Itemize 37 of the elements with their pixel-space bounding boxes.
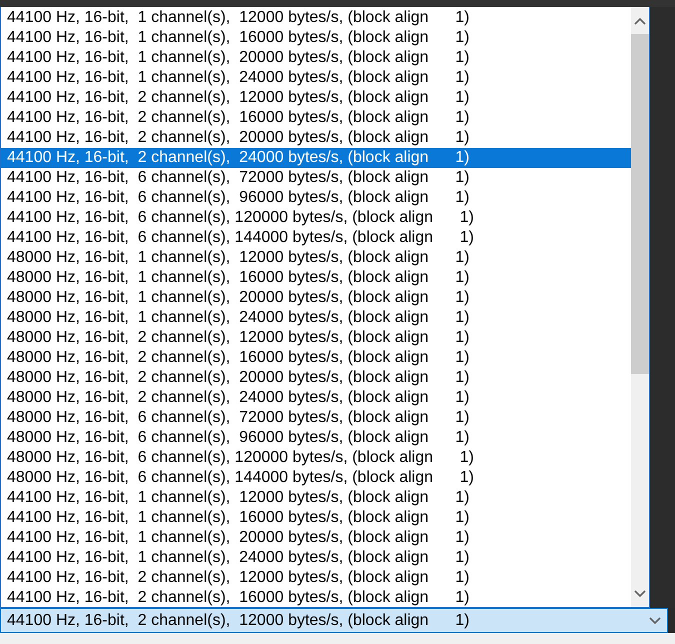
list-item[interactable]: 44100 Hz, 16-bit, 6 channel(s), 120000 bytes/s, (block align 1) (1, 208, 631, 228)
list-item[interactable]: 48000 Hz, 16-bit, 6 channel(s), 96000 bytes/s, (block align 1) (1, 428, 631, 448)
list-item[interactable]: 44100 Hz, 16-bit, 1 channel(s), 20000 bytes/s, (block align 1) (1, 528, 631, 548)
list-item[interactable]: 44100 Hz, 16-bit, 2 channel(s), 12000 bytes/s, (block align 1) (1, 568, 631, 588)
list-item[interactable]: 44100 Hz, 16-bit, 2 channel(s), 16000 bytes/s, (block align 1) (1, 108, 631, 128)
list-item[interactable]: 44100 Hz, 16-bit, 2 channel(s), 24000 bytes/s, (block align 1) (1, 148, 631, 168)
list-item[interactable]: 48000 Hz, 16-bit, 2 channel(s), 12000 bytes/s, (block align 1) (1, 328, 631, 348)
list-item[interactable]: 44100 Hz, 16-bit, 2 channel(s), 20000 bytes/s, (block align 1) (1, 128, 631, 148)
list-item[interactable]: 44100 Hz, 16-bit, 6 channel(s), 144000 bytes/s, (block align 1) (1, 228, 631, 248)
list-item[interactable]: 44100 Hz, 16-bit, 1 channel(s), 16000 bytes/s, (block align 1) (1, 28, 631, 48)
format-dropdown[interactable]: 44100 Hz, 16-bit, 2 channel(s), 12000 bytes/s, (block align 1) (0, 608, 668, 633)
list-item[interactable]: 48000 Hz, 16-bit, 6 channel(s), 72000 bytes/s, (block align 1) (1, 408, 631, 428)
list-item[interactable]: 44100 Hz, 16-bit, 1 channel(s), 12000 bytes/s, (block align 1) (1, 488, 631, 508)
list-item[interactable]: 44100 Hz, 16-bit, 1 channel(s), 24000 bytes/s, (block align 1) (1, 548, 631, 568)
list-item[interactable]: 48000 Hz, 16-bit, 1 channel(s), 12000 bytes/s, (block align 1) (1, 248, 631, 268)
scroll-thumb[interactable] (631, 34, 649, 374)
list-item[interactable]: 44100 Hz, 16-bit, 2 channel(s), 16000 bytes/s, (block align 1) (1, 588, 631, 608)
list-item[interactable]: 44100 Hz, 16-bit, 1 channel(s), 20000 bytes/s, (block align 1) (1, 48, 631, 68)
scrollbar[interactable] (631, 7, 649, 607)
caret-icon[interactable] (649, 616, 661, 624)
list-item[interactable]: 48000 Hz, 16-bit, 1 channel(s), 24000 bytes/s, (block align 1) (1, 308, 631, 328)
list-item[interactable]: 44100 Hz, 16-bit, 1 channel(s), 16000 bytes/s, (block align 1) (1, 508, 631, 528)
list-item[interactable]: 44100 Hz, 16-bit, 1 channel(s), 24000 bytes/s, (block align 1) (1, 68, 631, 88)
list-item[interactable]: 48000 Hz, 16-bit, 6 channel(s), 120000 bytes/s, (block align 1) (1, 448, 631, 468)
list-item[interactable]: 48000 Hz, 16-bit, 1 channel(s), 16000 bytes/s, (block align 1) (1, 268, 631, 288)
scroll-up-icon[interactable] (634, 16, 646, 24)
list-item[interactable]: 44100 Hz, 16-bit, 6 channel(s), 72000 bytes/s, (block align 1) (1, 168, 631, 188)
dropdown-value: 44100 Hz, 16-bit, 2 channel(s), 12000 bytes/s, (block align 1) (7, 612, 470, 630)
scroll-down-icon[interactable] (634, 590, 646, 598)
list-item[interactable]: 48000 Hz, 16-bit, 2 channel(s), 24000 bytes/s, (block align 1) (1, 388, 631, 408)
list-item[interactable]: 48000 Hz, 16-bit, 2 channel(s), 20000 bytes/s, (block align 1) (1, 368, 631, 388)
list-item[interactable]: 44100 Hz, 16-bit, 2 channel(s), 12000 bytes/s, (block align 1) (1, 88, 631, 108)
list-item[interactable]: 48000 Hz, 16-bit, 6 channel(s), 144000 bytes/s, (block align 1) (1, 468, 631, 488)
list-item[interactable]: 48000 Hz, 16-bit, 1 channel(s), 20000 bytes/s, (block align 1) (1, 288, 631, 308)
list-item[interactable]: 48000 Hz, 16-bit, 2 channel(s), 16000 bytes/s, (block align 1) (1, 348, 631, 368)
list-item[interactable]: 44100 Hz, 16-bit, 6 channel(s), 96000 bytes/s, (block align 1) (1, 188, 631, 208)
list-item[interactable]: 44100 Hz, 16-bit, 1 channel(s), 12000 bytes/s, (block align 1) (1, 8, 631, 28)
